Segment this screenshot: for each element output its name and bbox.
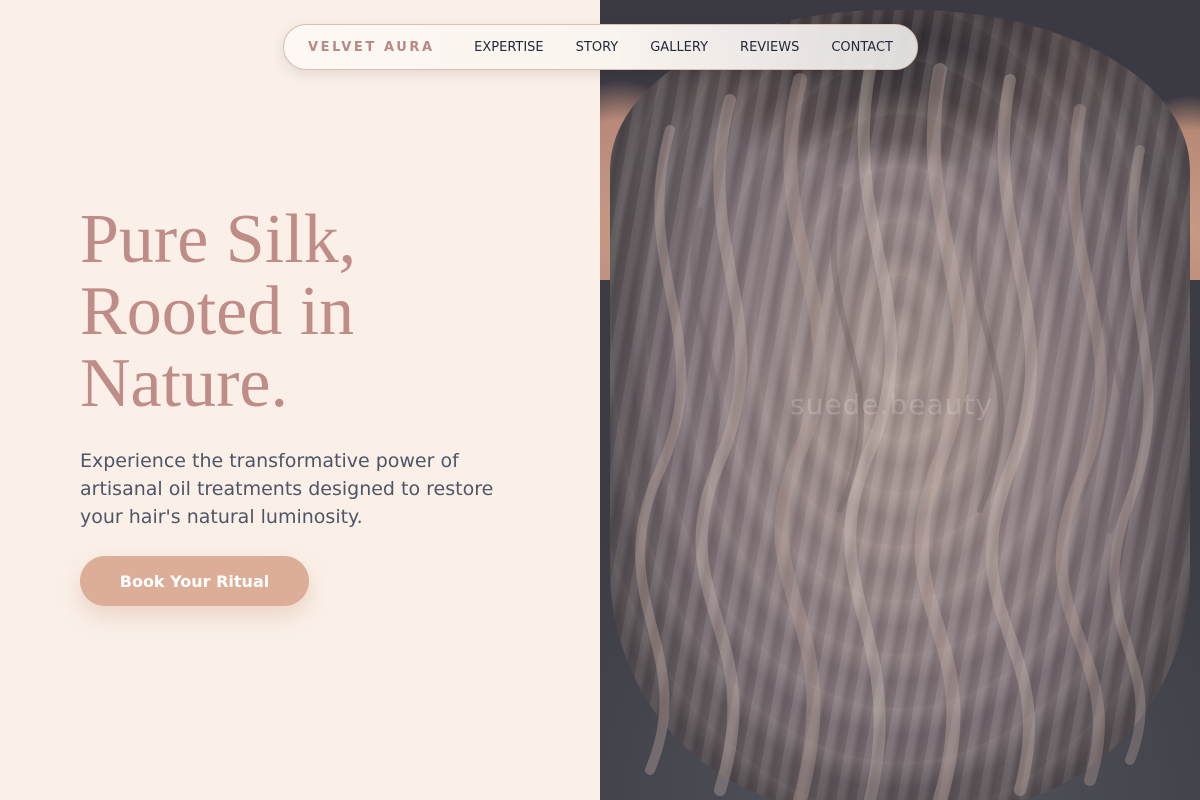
left-panel: Pure Silk, Rooted in Nature. Experience … xyxy=(0,0,600,800)
nav-link-gallery[interactable]: GALLERY xyxy=(650,40,708,55)
nav-link-reviews[interactable]: REVIEWS xyxy=(740,40,799,55)
nav-links: EXPERTISE STORY GALLERY REVIEWS CONTACT xyxy=(474,40,893,55)
hero-title-line: Pure Silk, xyxy=(80,201,357,278)
hero-title-line: Nature. xyxy=(80,345,288,422)
brand-logo[interactable]: VELVET AURA xyxy=(308,40,474,55)
photo-watermark: suede.beauty xyxy=(790,388,993,421)
nav-link-expertise[interactable]: EXPERTISE xyxy=(474,40,544,55)
book-ritual-button[interactable]: Book Your Ritual xyxy=(80,556,309,606)
hero-subtitle: Experience the transformative power of a… xyxy=(80,450,494,528)
hero-title-line: Rooted in xyxy=(80,273,355,350)
hero-title: Pure Silk, Rooted in Nature. xyxy=(80,204,520,420)
nav-link-contact[interactable]: CONTACT xyxy=(831,40,893,55)
top-navigation: VELVET AURA EXPERTISE STORY GALLERY REVI… xyxy=(283,24,918,70)
nav-link-story[interactable]: STORY xyxy=(576,40,619,55)
